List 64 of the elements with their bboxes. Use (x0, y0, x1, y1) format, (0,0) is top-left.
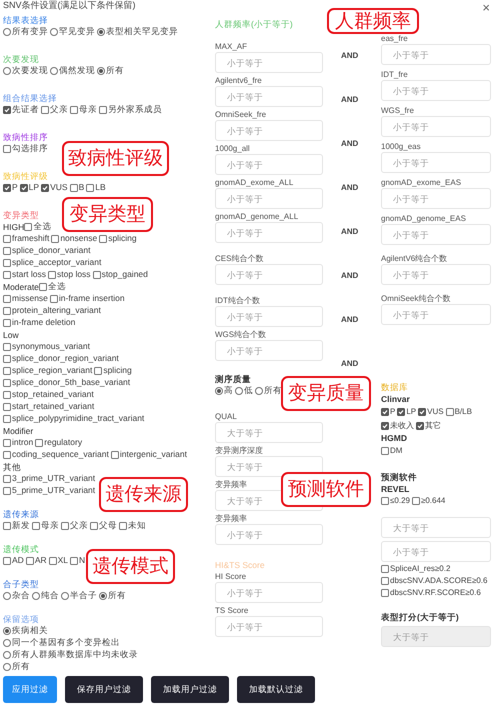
callout-tooltip: 预测软件 (281, 472, 371, 507)
and-label: AND (341, 270, 360, 282)
field-label: TS Score (215, 605, 248, 616)
and-label: AND (341, 226, 360, 238)
group-title: REVEL (381, 483, 410, 496)
section-title: 次要发现 (3, 53, 39, 65)
callout-tooltip: 人群频率 (327, 8, 419, 34)
field-label: 1000g_all (215, 143, 250, 154)
input-field: 大于等于 (381, 626, 491, 648)
callout-tooltip: 遗传来源 (99, 477, 188, 512)
window-title: SNV条件设置(满足以下条件保留) (3, 0, 136, 11)
field-label: Agilentv6_fre (215, 75, 262, 86)
callout-tooltip: 致病性评级 (62, 141, 169, 176)
section-title: 致病性排序 (3, 131, 48, 143)
section-title: 保留选项 (3, 613, 39, 625)
group-title: HGMD (381, 432, 407, 444)
field-label: QUAL (215, 411, 237, 422)
field-label: OmniSeek纯合个数 (381, 293, 450, 304)
and-label: AND (341, 50, 360, 62)
group-label: 其他 (3, 461, 21, 473)
and-label: AND (341, 94, 360, 106)
section-title: 变异类型 (3, 209, 39, 221)
and-label: AND (341, 314, 360, 326)
section-title: 数据库 (381, 381, 408, 393)
field-label: 1000g_eas (381, 141, 421, 152)
field-label: WGS_fre (381, 105, 414, 116)
section-title: 遗传来源 (3, 508, 39, 520)
field-label: eas_fre (381, 33, 408, 44)
section-title: 致病性评级 (3, 170, 48, 182)
field-label: 变异频率 (215, 513, 247, 524)
section-title: 测序质量 (215, 373, 251, 385)
and-label: AND (341, 138, 360, 150)
section-title: 组合结果选择 (3, 92, 57, 104)
field-label: IDT_fre (381, 69, 408, 80)
field-label: HI Score (215, 571, 246, 582)
field-label: gnomAD_exome_EAS (381, 177, 462, 188)
field-label: 变异频率 (215, 479, 247, 490)
field-label: gnomAD_genome_EAS (381, 213, 466, 224)
field-label: IDT纯合个数 (215, 295, 260, 306)
section-title: 人群频率(小于等于) (215, 18, 293, 30)
section-title: 结果表选择 (3, 14, 48, 26)
field-label: gnomAD_genome_ALL (215, 211, 298, 222)
field-label: 变异测序深度 (215, 445, 263, 456)
callout-tooltip: 变异质量 (281, 376, 371, 411)
field-label: OmniSeek_fre (215, 109, 266, 120)
group-label: HIGH (3, 221, 24, 233)
field-label: CES纯合个数 (215, 253, 264, 264)
and-label: AND (341, 358, 360, 370)
field-label: WGS纯合个数 (215, 329, 266, 340)
section-title: 表型打分(大于等于) (381, 611, 459, 624)
field-label: gnomAD_exome_ALL (215, 177, 294, 188)
field-label: MAX_AF (215, 41, 248, 52)
group-title: Clinvar (381, 393, 410, 405)
group-label: Low (3, 329, 19, 341)
section-title: HI&TS Score (215, 559, 265, 571)
field-label: AgilentV6纯合个数 (381, 253, 448, 264)
and-label: AND (341, 182, 360, 194)
section-title: 预测软件 (381, 471, 417, 484)
callout-tooltip: 变异类型 (62, 197, 153, 232)
callout-tooltip: 遗传模式 (86, 549, 175, 584)
group-label: Modifier (3, 425, 34, 437)
section-title: 遗传模式 (3, 543, 39, 555)
section-title: 合子类型 (3, 578, 39, 590)
group-label: Moderate (3, 281, 39, 293)
